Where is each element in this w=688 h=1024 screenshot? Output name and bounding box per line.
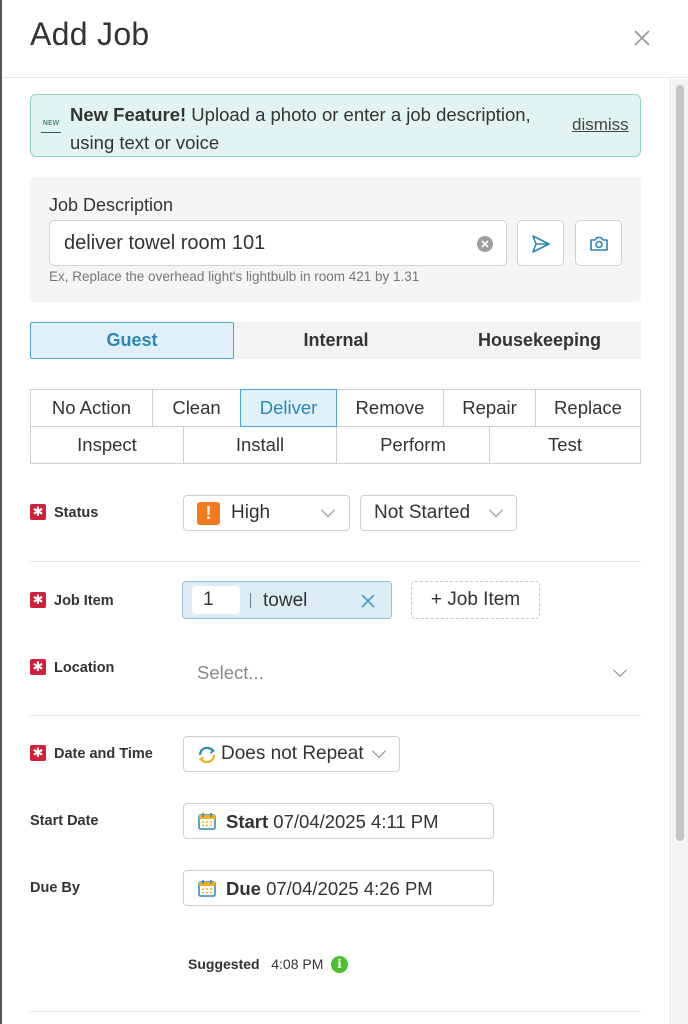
required-icon: ✱: [30, 659, 46, 675]
action-clean[interactable]: Clean: [152, 389, 241, 427]
divider: [30, 561, 641, 562]
tab-housekeeping[interactable]: Housekeeping: [438, 322, 641, 359]
divider: [30, 1011, 641, 1012]
due-by-label: Due By: [30, 880, 80, 896]
required-icon: ✱: [30, 592, 46, 608]
job-description-label: Job Description: [49, 195, 174, 215]
start-date-text: Start 07/04/2025 4:11 PM: [226, 811, 439, 833]
priority-value: High: [231, 502, 271, 523]
due-prefix: Due: [226, 878, 261, 899]
start-date-label: Start Date: [30, 813, 99, 829]
page-title: Add Job: [30, 16, 150, 52]
location-select[interactable]: Select...: [182, 654, 641, 692]
location-placeholder: Select...: [197, 662, 264, 683]
job-item-label: Job Item: [54, 593, 114, 609]
due-date-value: 07/04/2025 4:26 PM: [266, 878, 433, 899]
job-type-tabs: Guest Internal Housekeeping: [30, 322, 641, 359]
date-time-label: Date and Time: [54, 746, 153, 762]
job-item-tag: 1 towel: [182, 581, 392, 619]
modal-header: Add Job: [2, 0, 688, 78]
camera-icon: [590, 236, 608, 251]
quantity-input[interactable]: 1: [192, 586, 240, 614]
job-description-input[interactable]: deliver towel room 101: [49, 220, 507, 266]
scrollbar[interactable]: [670, 79, 688, 1024]
location-label: Location: [54, 660, 115, 676]
action-deliver[interactable]: Deliver: [240, 389, 337, 427]
priority-high-icon: !: [197, 502, 220, 525]
due-date-text: Due 07/04/2025 4:26 PM: [226, 878, 433, 900]
job-description-value: deliver towel room 101: [64, 232, 266, 254]
new-badge-icon: NEW: [41, 119, 61, 133]
job-item-name: towel: [263, 590, 308, 611]
action-install[interactable]: Install: [183, 426, 337, 464]
action-no-action[interactable]: No Action: [30, 389, 153, 427]
repeat-dropdown[interactable]: Does not Repeat: [183, 736, 400, 772]
send-button[interactable]: [517, 220, 564, 266]
info-icon[interactable]: i: [331, 956, 348, 973]
dismiss-link[interactable]: dismiss: [572, 115, 629, 135]
required-icon: ✱: [30, 504, 46, 520]
start-date-picker[interactable]: Start 07/04/2025 4:11 PM: [183, 803, 494, 839]
clear-icon[interactable]: [477, 236, 493, 252]
camera-button[interactable]: [575, 220, 622, 266]
scrollbar-thumb[interactable]: [676, 85, 684, 841]
action-buttons: No Action Clean Deliver Remove Repair Re…: [30, 389, 641, 465]
chevron-down-icon: [612, 662, 628, 678]
due-date-picker[interactable]: Due 07/04/2025 4:26 PM: [183, 870, 494, 906]
suggested-value: 4:08 PM: [271, 956, 324, 972]
action-replace[interactable]: Replace: [535, 389, 641, 427]
action-test[interactable]: Test: [489, 426, 641, 464]
new-feature-banner: NEW New Feature! Upload a photo or enter…: [30, 94, 641, 157]
close-icon[interactable]: [630, 26, 654, 50]
remove-item-icon[interactable]: [359, 592, 377, 610]
start-prefix: Start: [226, 811, 269, 832]
tab-internal[interactable]: Internal: [234, 322, 438, 359]
priority-dropdown[interactable]: ! High: [183, 495, 350, 531]
job-description-hint: Ex, Replace the overhead light's lightbu…: [49, 269, 420, 284]
status-label: Status: [54, 505, 99, 521]
job-description-section: Job Description deliver towel room 101 E…: [30, 177, 641, 302]
start-date-value: 07/04/2025 4:11 PM: [273, 811, 439, 832]
status-value: Not Started: [374, 502, 471, 523]
action-perform[interactable]: Perform: [336, 426, 490, 464]
banner-title: New Feature!: [70, 104, 187, 125]
add-job-item-button[interactable]: + Job Item: [411, 581, 540, 619]
chevron-down-icon: [488, 502, 504, 518]
repeat-icon: [198, 746, 216, 764]
repeat-value: Does not Repeat: [221, 743, 364, 764]
calendar-icon: [198, 813, 216, 830]
chevron-down-icon: [320, 502, 336, 518]
divider: [30, 715, 641, 716]
calendar-icon: [198, 880, 216, 897]
suggested-time: Suggested 4:08 PM: [188, 956, 323, 972]
banner-text: New Feature! Upload a photo or enter a j…: [70, 101, 540, 157]
separator: [250, 593, 251, 608]
action-repair[interactable]: Repair: [443, 389, 536, 427]
modal-body: NEW New Feature! Upload a photo or enter…: [2, 79, 670, 1024]
tab-guest[interactable]: Guest: [30, 322, 234, 359]
send-icon: [532, 235, 550, 253]
action-inspect[interactable]: Inspect: [30, 426, 184, 464]
required-icon: ✱: [30, 745, 46, 761]
chevron-down-icon: [371, 743, 387, 759]
action-remove[interactable]: Remove: [336, 389, 444, 427]
status-dropdown[interactable]: Not Started: [360, 495, 517, 531]
suggested-label: Suggested: [188, 956, 260, 972]
